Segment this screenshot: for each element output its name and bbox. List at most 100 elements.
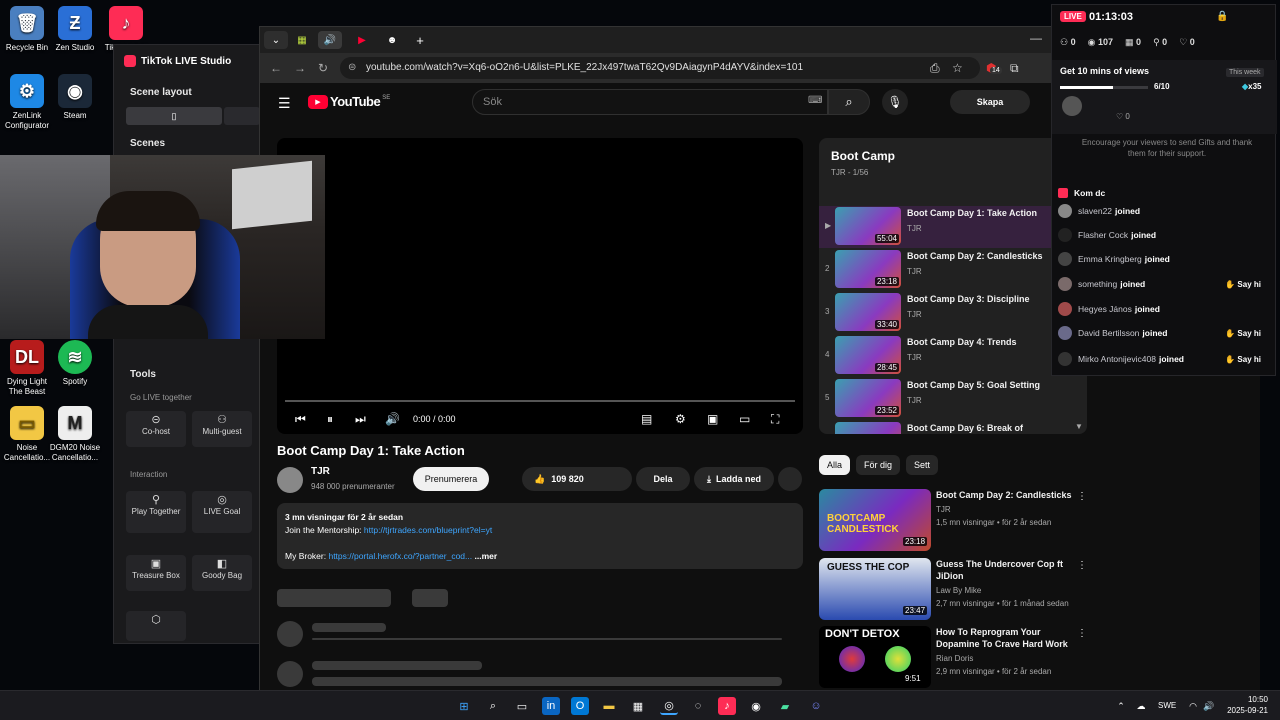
next-icon[interactable]: ⏭ <box>355 412 366 427</box>
previous-icon[interactable]: ⏮ <box>295 412 306 427</box>
channel-name[interactable]: TJR <box>311 466 330 477</box>
more-actions-button[interactable] <box>778 467 802 491</box>
steam-icon[interactable]: ◉ <box>747 697 765 715</box>
more-options-icon[interactable]: ⋮ <box>1077 628 1087 639</box>
cohost-button[interactable]: ⊝ Co-host <box>126 411 186 447</box>
outlook-icon[interactable]: O <box>571 697 589 715</box>
search-icon[interactable]: ⌕ <box>484 697 502 715</box>
tab-3[interactable]: ▶ <box>350 31 374 49</box>
tab-1[interactable]: ▦ <box>290 31 314 49</box>
puzzle-icon[interactable]: ⧉ <box>1010 61 1019 76</box>
star-icon[interactable]: ☆ <box>952 61 963 75</box>
language-indicator[interactable]: SWE <box>1158 701 1176 710</box>
landscape-layout-button[interactable] <box>224 107 260 125</box>
subscribe-button[interactable]: Prenumerera <box>413 467 489 491</box>
desktop-icon-zen-studio[interactable]: Ƶ Zen Studio <box>48 6 102 53</box>
chrome-icon[interactable]: ◎ <box>660 697 678 715</box>
channel-avatar[interactable] <box>277 467 303 493</box>
share-button[interactable]: Dela <box>636 467 690 491</box>
linkedin-icon[interactable]: in <box>542 697 560 715</box>
say-hi-button[interactable]: ✋ Say hi <box>1225 329 1261 338</box>
recommended-video[interactable]: BOOTCAMP CANDLESTICK 23:18 Boot Camp Day… <box>819 489 1087 551</box>
video-player[interactable]: ⏮ ⏸ ⏭ 🔊 0:00 / 0:00 ▤ ⚙ ▣ ▭ ⛶ <box>277 138 803 434</box>
desktop-icon-noise-folder[interactable]: ▭ Noise Cancellatio... <box>0 406 54 463</box>
volume-icon[interactable]: 🔊 <box>385 412 400 426</box>
search-input[interactable]: Sök <box>472 89 828 115</box>
url-field[interactable]: ⊜ youtube.com/watch?v=Xq6-oO2n6-U&list=P… <box>340 57 980 79</box>
portrait-layout-button[interactable]: ▯ <box>126 107 222 125</box>
minimize-button[interactable]: — <box>1030 31 1042 45</box>
keyboard-icon[interactable]: ⌨ <box>808 95 822 106</box>
chip-watched[interactable]: Sett <box>906 455 939 475</box>
reload-icon[interactable]: ↻ <box>318 61 328 75</box>
like-button[interactable]: 👍 109 820 <box>522 467 632 491</box>
playlist-item[interactable]: ▶ 55:04 Boot Camp Day 1: Take Action TJR <box>819 206 1087 248</box>
task-view-icon[interactable]: ▭ <box>513 697 531 715</box>
start-icon[interactable]: ⊞ <box>455 697 473 715</box>
clock-time[interactable]: 10:50 <box>1224 695 1268 704</box>
recommended-video[interactable]: DON'T DETOX 9:51 How To Reprogram Your D… <box>819 626 1087 688</box>
recommended-video[interactable]: GUESS THE COP 23:47 Guess The Undercover… <box>819 558 1087 620</box>
desktop-icon-spotify[interactable]: ≋ Spotify <box>48 340 102 387</box>
playlist-item[interactable]: 2 23:18 Boot Camp Day 2: Candlesticks TJ… <box>819 249 1087 291</box>
gift-tool-button[interactable]: ⬡ <box>126 611 186 641</box>
theater-icon[interactable]: ▭ <box>739 412 750 426</box>
desktop-icon-dgm20[interactable]: M DGM20 Noise Cancellatio... <box>48 406 102 463</box>
download-button[interactable]: ⤓ Ladda ned <box>694 467 774 491</box>
network-icon[interactable]: ☁ <box>1132 697 1150 715</box>
obs-icon[interactable]: ◌ <box>689 697 707 715</box>
file-explorer-icon[interactable]: ▬ <box>600 697 618 715</box>
settings-icon[interactable]: ⚙ <box>675 412 686 426</box>
desktop-icon-recycle-bin[interactable]: 🗑 Recycle Bin <box>0 6 54 53</box>
clock-date[interactable]: 2025-09-21 <box>1224 706 1268 715</box>
say-hi-button[interactable]: ✋ Say hi <box>1225 355 1261 364</box>
tab-2[interactable]: 🔊 <box>318 31 342 49</box>
desktop-icon-zenlink[interactable]: ⚙ ZenLink Configurator <box>0 74 54 131</box>
menu-icon[interactable]: ☰ <box>278 95 291 112</box>
say-hi-button[interactable]: ✋ Say hi <box>1225 280 1261 289</box>
multiguest-button[interactable]: ⚇ Multi-guest <box>192 411 252 447</box>
miniplayer-icon[interactable]: ▣ <box>707 412 718 426</box>
tab-4[interactable]: ☻ <box>380 31 404 49</box>
play-together-button[interactable]: ⚲ Play Together <box>126 491 186 533</box>
progress-bar[interactable] <box>285 400 795 402</box>
create-button[interactable]: Skapa <box>950 90 1030 114</box>
playlist-item[interactable]: 5 23:52 Boot Camp Day 5: Goal Setting TJ… <box>819 378 1087 420</box>
playlist-item[interactable]: 3 33:40 Boot Camp Day 3: Discipline TJR <box>819 292 1087 334</box>
goody-bag-button[interactable]: ◧ Goody Bag <box>192 555 252 591</box>
mentorship-link[interactable]: http://tjrtrades.com/blueprint?el=yt <box>364 525 492 535</box>
bag-icon: ◧ <box>216 558 228 570</box>
new-tab-button[interactable]: + <box>408 31 432 49</box>
broker-link[interactable]: https://portal.herofx.co/?partner_cod... <box>328 551 472 561</box>
tiktok-icon[interactable]: ♪ <box>718 697 736 715</box>
discord-icon[interactable]: ☺ <box>807 697 825 715</box>
description-box[interactable]: 3 mn visningar för 2 år sedan Join the M… <box>277 503 803 569</box>
chip-for-you[interactable]: För dig <box>856 455 901 475</box>
app-icon[interactable]: ▰ <box>776 697 794 715</box>
live-goal-button[interactable]: ◎ LIVE Goal <box>192 491 252 533</box>
treasure-box-button[interactable]: ▣ Treasure Box <box>126 555 186 591</box>
more-link[interactable]: ...mer <box>474 551 497 561</box>
tab-search-button[interactable]: ⌄ <box>264 31 288 49</box>
store-icon[interactable]: ▦ <box>629 697 647 715</box>
install-icon[interactable]: ⎙ <box>930 61 940 76</box>
volume-icon[interactable]: 🔊 <box>1200 697 1218 715</box>
desktop-icon-steam[interactable]: ◉ Steam <box>48 74 102 121</box>
more-options-icon[interactable]: ⋮ <box>1077 560 1087 571</box>
back-icon[interactable]: ← <box>270 61 282 75</box>
search-button[interactable]: ⌕ <box>828 89 870 115</box>
pause-icon[interactable]: ⏸ <box>327 412 333 427</box>
playlist-item[interactable]: 4 28:45 Boot Camp Day 4: Trends TJR <box>819 335 1087 377</box>
chip-all[interactable]: Alla <box>819 455 851 475</box>
fullscreen-icon[interactable]: ⛶ <box>771 412 779 427</box>
more-options-icon[interactable]: ⋮ <box>1077 491 1087 502</box>
playlist-item[interactable]: Boot Camp Day 6: Break of <box>819 421 1087 434</box>
voice-search-button[interactable]: 🎙 <box>882 89 908 115</box>
desktop-icon-dying-light[interactable]: DL Dying Light The Beast <box>0 340 54 397</box>
chevron-up-icon[interactable]: ⌃ <box>1112 697 1130 715</box>
scroll-down-icon[interactable]: ▼ <box>1075 422 1083 431</box>
subtitles-icon[interactable]: ▤ <box>641 412 652 426</box>
lock-icon[interactable]: 🔒 <box>1216 11 1228 22</box>
youtube-logo[interactable]: ▶ YouTube SE <box>308 94 390 109</box>
forward-icon[interactable]: → <box>294 61 306 75</box>
